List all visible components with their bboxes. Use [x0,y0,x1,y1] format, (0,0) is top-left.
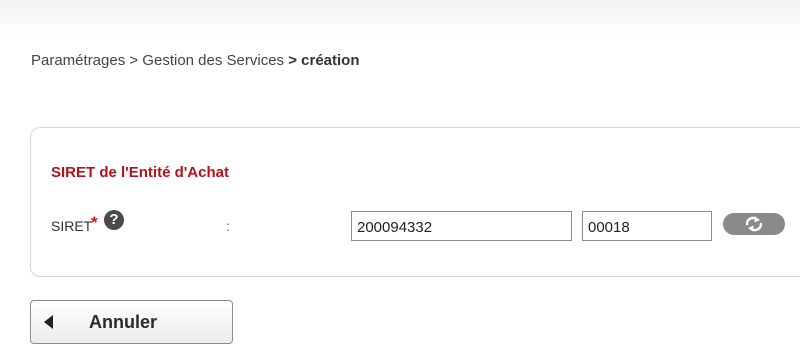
siret-panel [30,127,800,277]
siret-label: SIRET [51,218,93,234]
breadcrumb-current: > création [288,52,360,69]
top-header-band [0,0,800,36]
left-arrow-icon [44,315,53,329]
breadcrumb-path: Paramétrages > Gestion des Services [31,52,285,69]
nic-input[interactable] [582,211,712,241]
breadcrumb: Paramétrages > Gestion des Services > cr… [31,52,360,69]
required-marker: * [91,213,98,232]
refresh-arrows-icon [745,216,763,232]
help-icon[interactable]: ? [104,210,124,230]
refresh-button[interactable] [723,213,785,235]
siren-input[interactable] [351,211,572,241]
cancel-button[interactable]: Annuler [30,300,233,344]
field-separator: : [226,218,230,234]
section-title: SIRET de l'Entité d'Achat [51,164,229,181]
cancel-label: Annuler [89,312,158,332]
